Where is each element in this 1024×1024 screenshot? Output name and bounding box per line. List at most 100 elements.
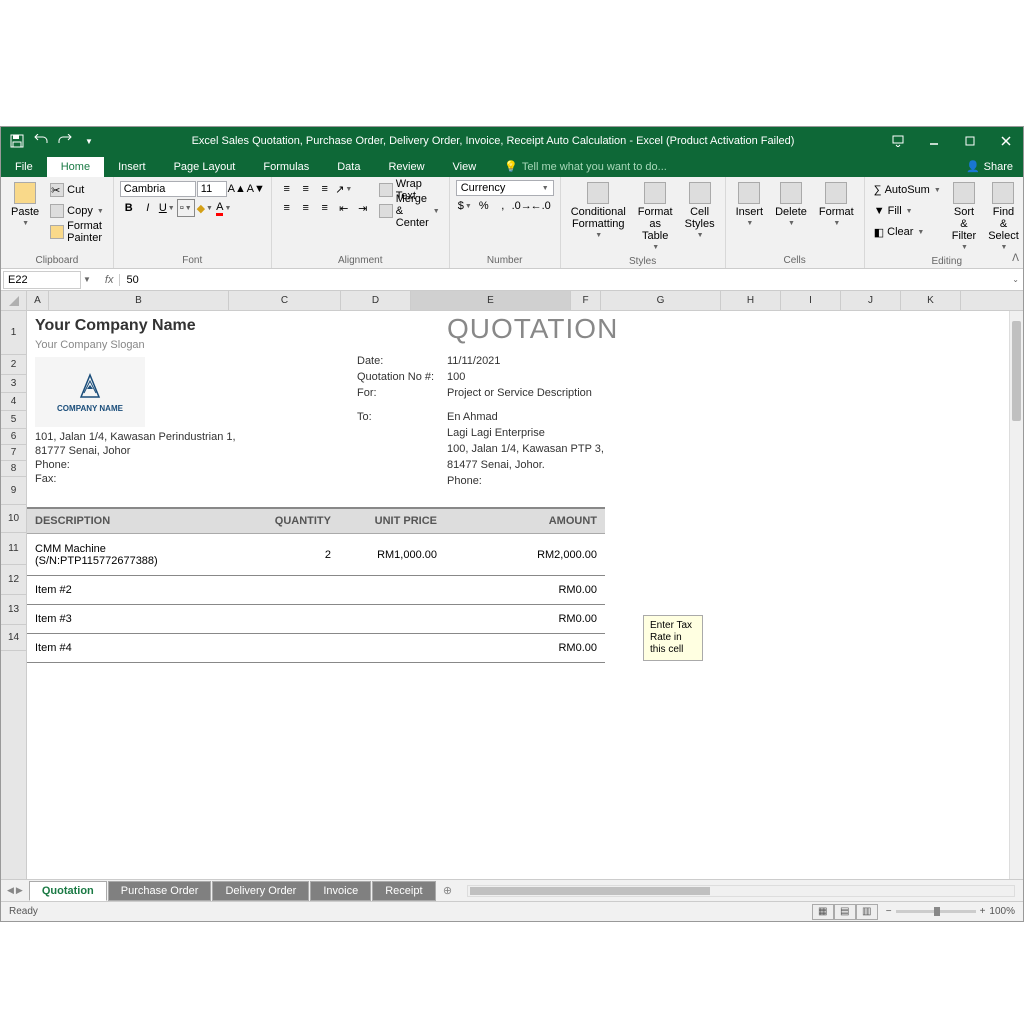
increase-font-icon[interactable]: A▲: [228, 180, 246, 198]
expand-formula-icon[interactable]: ⌄: [1008, 275, 1023, 284]
page-layout-view-icon[interactable]: ▤: [834, 904, 856, 920]
align-top-icon[interactable]: ≡: [278, 180, 296, 198]
vertical-scrollbar[interactable]: [1009, 311, 1023, 879]
bold-button[interactable]: B: [120, 199, 138, 217]
collapse-ribbon-icon[interactable]: ᐱ: [1012, 253, 1019, 264]
row-header-5[interactable]: 5: [1, 411, 26, 429]
new-sheet-button[interactable]: ⊕: [437, 884, 459, 897]
share-button[interactable]: 👤Share: [956, 156, 1023, 177]
zoom-slider[interactable]: [896, 910, 976, 913]
horizontal-scrollbar[interactable]: [467, 885, 1016, 897]
row-header-10[interactable]: 10: [1, 505, 26, 533]
row-header-4[interactable]: 4: [1, 393, 26, 411]
font-name-select[interactable]: Cambria: [120, 181, 196, 197]
sheet-canvas[interactable]: Your Company Name Your Company Slogan QU…: [27, 311, 1023, 711]
row-header-6[interactable]: 6: [1, 429, 26, 445]
delete-cells-button[interactable]: Delete▼: [771, 180, 811, 230]
fill-color-button[interactable]: ◆▼: [196, 199, 214, 217]
tab-view[interactable]: View: [439, 157, 491, 177]
tab-home[interactable]: Home: [47, 157, 104, 177]
undo-icon[interactable]: [31, 131, 51, 151]
page-break-view-icon[interactable]: ▥: [856, 904, 878, 920]
accounting-format-icon[interactable]: $▼: [456, 197, 474, 215]
autosum-button[interactable]: ∑AutoSum▼: [871, 180, 944, 200]
col-header-A[interactable]: A: [27, 291, 49, 310]
fx-icon[interactable]: fx: [99, 274, 121, 286]
align-center-icon[interactable]: ≡: [297, 199, 315, 217]
col-header-D[interactable]: D: [341, 291, 411, 310]
increase-indent-icon[interactable]: ⇥: [354, 199, 372, 217]
row-header-2[interactable]: 2: [1, 355, 26, 375]
decrease-decimal-icon[interactable]: ←.0: [532, 197, 550, 215]
sheet-tab-receipt[interactable]: Receipt: [372, 881, 435, 901]
redo-icon[interactable]: [55, 131, 75, 151]
zoom-out-button[interactable]: −: [886, 906, 892, 917]
row-header-14[interactable]: 14: [1, 625, 26, 651]
format-cells-button[interactable]: Format▼: [815, 180, 858, 230]
percent-format-icon[interactable]: %: [475, 197, 493, 215]
insert-cells-button[interactable]: Insert▼: [732, 180, 768, 230]
number-format-select[interactable]: Currency▼: [456, 180, 554, 196]
save-icon[interactable]: [7, 131, 27, 151]
align-left-icon[interactable]: ≡: [278, 199, 296, 217]
tab-formulas[interactable]: Formulas: [249, 157, 323, 177]
cell-styles-button[interactable]: Cell Styles▼: [681, 180, 719, 242]
border-button[interactable]: ▫▼: [177, 199, 195, 217]
conditional-formatting-button[interactable]: Conditional Formatting▼: [567, 180, 630, 242]
tab-review[interactable]: Review: [374, 157, 438, 177]
find-select-button[interactable]: Find & Select▼: [984, 180, 1023, 254]
align-right-icon[interactable]: ≡: [316, 199, 334, 217]
ribbon-options-icon[interactable]: [881, 129, 915, 153]
select-all-corner[interactable]: [1, 291, 26, 311]
tab-data[interactable]: Data: [323, 157, 374, 177]
row-header-11[interactable]: 11: [1, 533, 26, 565]
col-header-B[interactable]: B: [49, 291, 229, 310]
formula-input[interactable]: 50: [120, 272, 1008, 288]
font-color-button[interactable]: A▼: [215, 199, 233, 217]
scroll-thumb[interactable]: [1012, 321, 1021, 421]
col-header-I[interactable]: I: [781, 291, 841, 310]
hscroll-thumb[interactable]: [470, 887, 710, 895]
font-size-select[interactable]: 11: [197, 181, 227, 197]
name-box[interactable]: E22: [3, 271, 81, 289]
col-header-E[interactable]: E: [411, 291, 571, 310]
orientation-icon[interactable]: ↗▼: [335, 180, 353, 198]
sheet-tab-delivery-order[interactable]: Delivery Order: [212, 881, 309, 901]
col-header-K[interactable]: K: [901, 291, 961, 310]
row-header-12[interactable]: 12: [1, 565, 26, 595]
fill-button[interactable]: ▼Fill▼: [871, 201, 944, 221]
tab-insert[interactable]: Insert: [104, 157, 160, 177]
sheet-tab-quotation[interactable]: Quotation: [29, 881, 107, 901]
maximize-icon[interactable]: [953, 129, 987, 153]
tell-me-search[interactable]: 💡Tell me what you want to do...: [500, 156, 671, 177]
row-header-9[interactable]: 9: [1, 477, 26, 505]
sheet-tab-purchase-order[interactable]: Purchase Order: [108, 881, 212, 901]
increase-decimal-icon[interactable]: .0→: [513, 197, 531, 215]
paste-button[interactable]: Paste▼: [7, 180, 43, 230]
format-as-table-button[interactable]: Format as Table▼: [634, 180, 677, 254]
clear-button[interactable]: ◧Clear▼: [871, 222, 944, 242]
minimize-icon[interactable]: [917, 129, 951, 153]
merge-center-button[interactable]: Merge & Center▼: [376, 201, 443, 221]
row-header-8[interactable]: 8: [1, 461, 26, 477]
spreadsheet-grid[interactable]: 1234567891011121314 ABCDEFGHIJK Your Com…: [1, 291, 1023, 879]
zoom-in-button[interactable]: +: [980, 906, 986, 917]
row-header-3[interactable]: 3: [1, 375, 26, 393]
tab-file[interactable]: File: [1, 157, 47, 177]
col-header-G[interactable]: G: [601, 291, 721, 310]
format-painter-button[interactable]: Format Painter: [47, 222, 107, 242]
cut-button[interactable]: ✂Cut: [47, 180, 107, 200]
sheet-tab-invoice[interactable]: Invoice: [310, 881, 371, 901]
sort-filter-button[interactable]: Sort & Filter▼: [948, 180, 980, 254]
comma-format-icon[interactable]: ,: [494, 197, 512, 215]
italic-button[interactable]: I: [139, 199, 157, 217]
col-header-C[interactable]: C: [229, 291, 341, 310]
qat-customize-icon[interactable]: ▼: [79, 131, 99, 151]
col-header-J[interactable]: J: [841, 291, 901, 310]
row-header-13[interactable]: 13: [1, 595, 26, 625]
tab-page-layout[interactable]: Page Layout: [160, 157, 250, 177]
col-header-F[interactable]: F: [571, 291, 601, 310]
copy-button[interactable]: Copy▼: [47, 201, 107, 221]
normal-view-icon[interactable]: ▦: [812, 904, 834, 920]
decrease-font-icon[interactable]: A▼: [247, 180, 265, 198]
